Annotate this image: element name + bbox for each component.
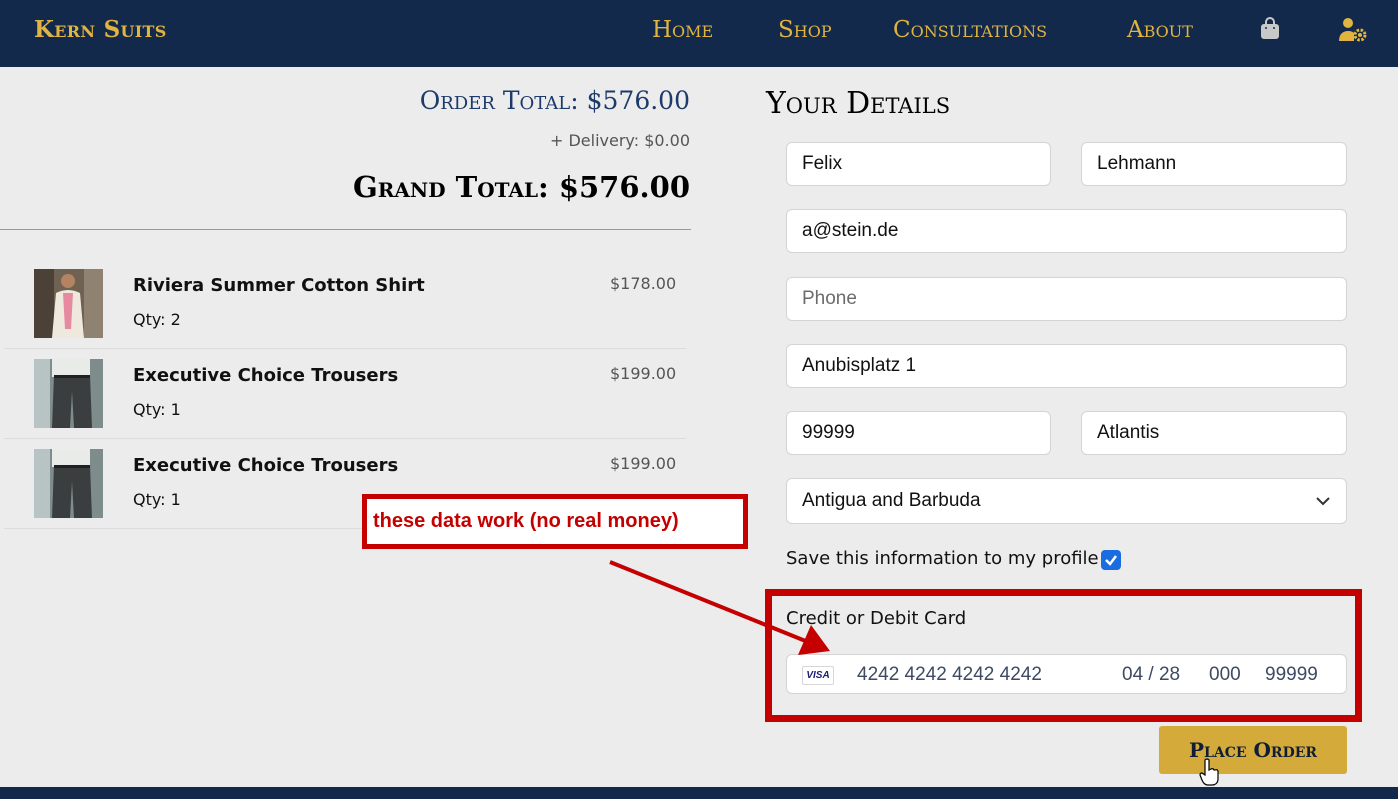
country-select[interactable]: Antigua and Barbuda xyxy=(786,478,1347,524)
product-image-trousers[interactable] xyxy=(34,359,103,428)
nav-consultations[interactable]: Consultations xyxy=(893,17,1047,43)
shopping-bag-icon[interactable] xyxy=(1258,17,1282,41)
summary-divider xyxy=(0,229,691,230)
item-qty: Qty: 1 xyxy=(133,400,181,419)
product-image-shirt[interactable] xyxy=(34,269,103,338)
item-price: $199.00 xyxy=(610,454,677,473)
address-field[interactable] xyxy=(786,344,1347,388)
delivery-cost: + Delivery: $0.00 xyxy=(549,131,690,150)
nav-about[interactable]: About xyxy=(1127,17,1193,43)
save-profile-checkbox[interactable] xyxy=(1101,550,1121,570)
save-profile-label: Save this information to my profile xyxy=(786,548,1099,569)
last-name-field[interactable] xyxy=(1081,142,1347,186)
cart-item: Executive Choice Trousers Qty: 1 $199.00 xyxy=(4,349,686,439)
city-field[interactable] xyxy=(1081,411,1347,455)
phone-field[interactable] xyxy=(786,277,1347,321)
zip-field[interactable] xyxy=(786,411,1051,455)
product-image-trousers[interactable] xyxy=(34,449,103,518)
email-field[interactable] xyxy=(786,209,1347,253)
cart-item-list: Riviera Summer Cotton Shirt Qty: 2 $178.… xyxy=(4,259,686,529)
user-gear-icon[interactable] xyxy=(1339,17,1367,43)
top-navbar: Kern Suits Home Shop Consultations About xyxy=(0,0,1398,67)
country-select-value: Antigua and Barbuda xyxy=(802,490,981,511)
item-qty: Qty: 1 xyxy=(133,490,181,509)
annotation-highlight-box xyxy=(765,589,1362,722)
annotation-text: these data work (no real money) xyxy=(373,510,679,532)
footer-bar xyxy=(0,787,1398,799)
grand-total: Grand Total: $576.00 xyxy=(353,170,690,204)
item-price: $199.00 xyxy=(610,364,677,383)
hand-pointer-icon xyxy=(1199,758,1219,786)
item-qty: Qty: 2 xyxy=(133,310,181,329)
cart-item: Riviera Summer Cotton Shirt Qty: 2 $178.… xyxy=(4,259,686,349)
nav-shop[interactable]: Shop xyxy=(778,17,832,43)
first-name-field[interactable] xyxy=(786,142,1051,186)
item-name[interactable]: Executive Choice Trousers xyxy=(133,455,398,476)
place-order-button[interactable]: Place Order xyxy=(1159,726,1347,774)
brand-logo[interactable]: Kern Suits xyxy=(34,16,167,43)
details-title: Your Details xyxy=(766,86,951,121)
item-name[interactable]: Riviera Summer Cotton Shirt xyxy=(133,275,425,296)
check-icon xyxy=(1105,555,1117,566)
chevron-down-icon xyxy=(1316,497,1330,506)
item-price: $178.00 xyxy=(610,274,677,293)
annotation-callout: these data work (no real money) xyxy=(362,494,748,549)
nav-home[interactable]: Home xyxy=(652,17,713,43)
item-name[interactable]: Executive Choice Trousers xyxy=(133,365,398,386)
order-total: Order Total: $576.00 xyxy=(419,86,690,115)
